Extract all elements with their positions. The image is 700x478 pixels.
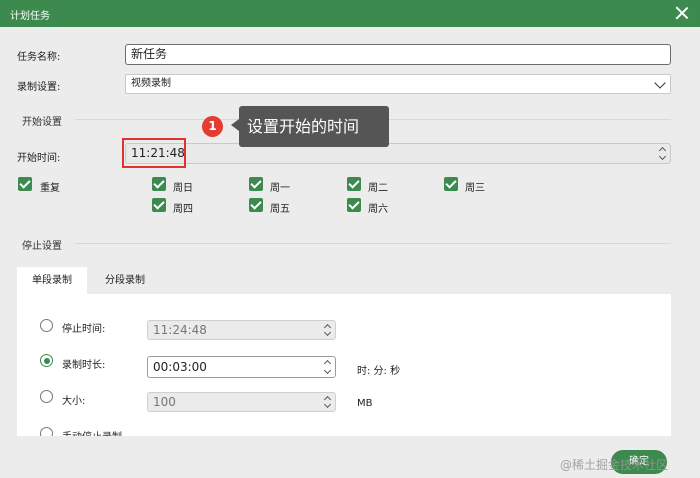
stop-time-label: 停止时间:: [62, 324, 106, 335]
day-label: 周日: [173, 183, 193, 194]
day-label: 周三: [465, 183, 485, 194]
repeat-label: 重复: [40, 183, 60, 194]
chevron-down-icon: [654, 77, 666, 89]
day-checkbox-fri[interactable]: [249, 198, 263, 212]
size-spinbox: 100: [147, 392, 336, 412]
size-label: 大小:: [62, 396, 86, 407]
duration-radio[interactable]: [40, 354, 53, 367]
record-setting-label: 录制设置:: [17, 82, 61, 93]
day-label: 周四: [173, 204, 193, 215]
callout-pointer: [231, 119, 239, 131]
size-unit: MB: [357, 398, 373, 409]
day-checkbox-sat[interactable]: [347, 198, 361, 212]
day-checkbox-wed[interactable]: [444, 177, 458, 191]
stop-time-spinbox: 11:24:48: [147, 320, 336, 340]
spin-down-icon[interactable]: [658, 152, 667, 161]
title-bar: 计划任务: [0, 0, 700, 27]
manual-stop-label: 手动停止录制: [62, 428, 122, 436]
stop-options-panel: 停止时间: 11:24:48 录制时长: 00:03:00 时: 分: 秒 大小…: [17, 294, 671, 436]
start-section-title: 开始设置: [22, 117, 62, 128]
stop-time-value: 11:24:48: [153, 323, 207, 337]
close-icon[interactable]: [672, 3, 692, 23]
spin-down-icon: [323, 328, 332, 337]
day-checkbox-tue[interactable]: [347, 177, 361, 191]
watermark: @稀土掘金技术社区: [560, 458, 669, 472]
day-label: 周一: [270, 183, 290, 194]
day-checkbox-sun[interactable]: [152, 177, 166, 191]
tab-single-segment[interactable]: 单段录制: [17, 267, 87, 295]
day-checkbox-thu[interactable]: [152, 198, 166, 212]
stop-section-title: 停止设置: [22, 241, 62, 252]
size-radio[interactable]: [40, 390, 53, 403]
task-name-input[interactable]: 新任务: [125, 44, 671, 65]
spin-down-icon[interactable]: [323, 366, 332, 375]
spin-down-icon: [323, 400, 332, 409]
window-title: 计划任务: [10, 11, 50, 22]
size-value: 100: [153, 395, 176, 409]
record-setting-value: 视频录制: [131, 78, 171, 89]
start-time-spinbox[interactable]: 11:21:48: [125, 143, 671, 164]
step-badge: 1: [202, 116, 223, 137]
duration-spinbox[interactable]: 00:03:00: [147, 356, 336, 378]
day-label: 周六: [368, 204, 388, 215]
stop-section-divider: [75, 243, 671, 244]
repeat-checkbox[interactable]: [18, 177, 32, 191]
day-label: 周二: [368, 183, 388, 194]
start-time-highlight: [122, 138, 186, 168]
record-setting-select[interactable]: 视频录制: [125, 74, 671, 94]
duration-value: 00:03:00: [153, 360, 207, 374]
day-label: 周五: [270, 204, 290, 215]
stop-time-radio[interactable]: [40, 319, 53, 332]
tab-multi-segment[interactable]: 分段录制: [95, 267, 155, 295]
duration-label: 录制时长:: [62, 360, 106, 371]
duration-unit: 时: 分: 秒: [357, 366, 401, 377]
callout-tooltip: 设置开始的时间: [239, 106, 389, 147]
day-checkbox-mon[interactable]: [249, 177, 263, 191]
task-name-label: 任务名称:: [17, 52, 61, 63]
manual-stop-radio[interactable]: [40, 427, 53, 436]
start-time-label: 开始时间:: [17, 153, 61, 164]
